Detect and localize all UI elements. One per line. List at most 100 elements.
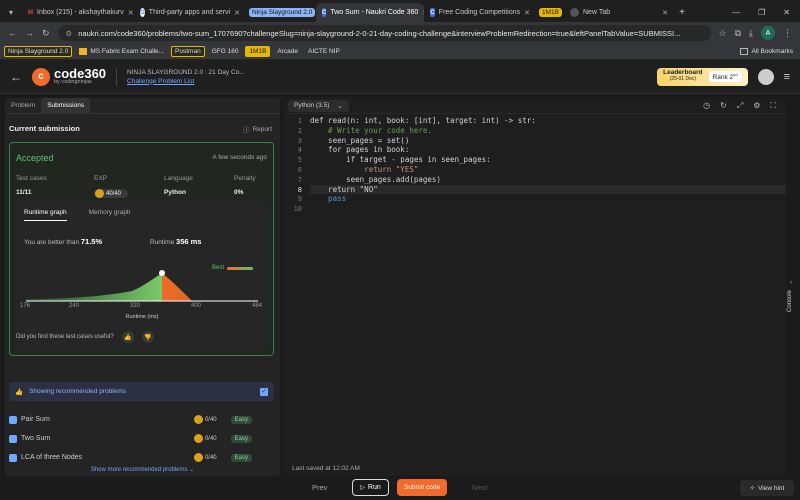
list-item[interactable]: Two Sum 0/40 Easy xyxy=(9,429,274,448)
address-bar[interactable]: ⚙ naukri.com/code360/problems/two-sum_17… xyxy=(57,25,711,41)
bookmark-postman[interactable]: Postman xyxy=(171,46,205,57)
close-window-icon[interactable]: ✕ xyxy=(783,8,790,17)
challenge-title: NINJA SLAYGROUND 2.0 : 21 Day Co... xyxy=(127,68,245,76)
bookmark-ms-fabric[interactable]: MS Fabric Exam Challe... xyxy=(76,47,167,56)
runtime-row: Runtime 356 ms xyxy=(150,237,201,246)
tab-group-ninja[interactable]: Ninja Slayground 2.0 xyxy=(246,3,316,22)
close-icon[interactable]: ✕ xyxy=(128,9,134,17)
bookmarks-bar: Ninja Slayground 2.0 MS Fabric Exam Chal… xyxy=(0,44,800,60)
x-tick: 176 xyxy=(20,303,31,309)
bookmark-aicte[interactable]: AICTE NIP xyxy=(305,47,343,56)
tab-two-sum[interactable]: C Two Sum - Naukri Code 360 ✕ xyxy=(316,3,424,22)
tab-submissions[interactable]: Submissions xyxy=(41,98,91,113)
codestudio-icon: C xyxy=(322,8,327,17)
bookmark-ninja[interactable]: Ninja Slayground 2.0 xyxy=(4,46,73,57)
coin-icon xyxy=(193,415,203,424)
list-item[interactable]: Pair Sum 0/40 Easy xyxy=(9,410,274,429)
recommended-checkbox[interactable]: ✓ xyxy=(260,387,268,396)
tab-new-tab[interactable]: New Tab ✕ xyxy=(564,3,674,22)
folder-icon xyxy=(740,48,749,55)
timer-icon[interactable]: ◷ xyxy=(703,101,710,111)
leaderboard-badge[interactable]: Leaderboard (25-01 Dec) Rank 2nd xyxy=(657,67,748,86)
stat-label: Language xyxy=(164,175,193,182)
view-hint-button[interactable]: ✧ View hint xyxy=(740,480,794,496)
code-area[interactable]: 1 2 3 4 5 6 7 8 9 10 def read(n: int, book: [int]… xyxy=(284,116,786,214)
site-info-icon[interactable]: ⚙ xyxy=(66,29,73,38)
all-bookmarks-label: All Bookmarks xyxy=(751,48,793,55)
bookmark-label: MS Fabric Exam Challe... xyxy=(90,48,165,55)
submission-stats: Test cases EXP Language Penalty 11/11 40… xyxy=(16,175,266,198)
run-button[interactable]: ▷ Run xyxy=(352,479,389,496)
submit-code-button[interactable]: Submit code xyxy=(397,479,447,496)
tab-competitions[interactable]: C Free Coding Competitions ✕ xyxy=(424,3,536,22)
downloads-icon[interactable]: ⤓ xyxy=(749,28,753,39)
forward-icon[interactable]: → xyxy=(25,28,34,38)
x-tick-labels: 176 240 320 400 484 xyxy=(16,303,268,313)
difficulty-badge: Easy xyxy=(230,415,252,424)
app-header: ← c code360 by codingninjas NINJA SLAYGR… xyxy=(0,60,800,94)
distribution-left-area xyxy=(26,273,162,301)
bookmark-1m1b[interactable]: 1M1B xyxy=(245,46,271,57)
profile-avatar[interactable]: A xyxy=(761,26,775,40)
logo-icon: c xyxy=(32,67,50,86)
tab-memory-graph[interactable]: Memory graph xyxy=(89,209,131,221)
close-icon[interactable]: ✕ xyxy=(662,9,668,17)
browser-toolbar: ← → ↻ ⚙ naukri.com/code360/problems/two-… xyxy=(0,22,800,44)
report-button[interactable]: ⓘ Report xyxy=(243,124,272,135)
runtime-graph-card: Runtime graph Memory graph You are bette… xyxy=(16,203,268,349)
difficulty-badge: Easy xyxy=(230,453,252,462)
tab-third-party[interactable]: G Third-party apps and servi ✕ xyxy=(134,3,246,22)
exp-pill: 40/40 xyxy=(94,189,128,198)
close-icon[interactable]: ✕ xyxy=(524,9,530,17)
bookmark-star-icon[interactable]: ☆ xyxy=(719,28,727,39)
challenge-problem-list-link[interactable]: Challenge Problem List xyxy=(127,78,245,85)
tab-problem[interactable]: Problem xyxy=(5,98,41,113)
code-line: seen_pages.add(pages) xyxy=(310,174,441,184)
play-icon: ▷ xyxy=(360,485,365,491)
logo-subtext: by codingninjas xyxy=(54,79,92,86)
language-select[interactable]: Python (3.5) ⌄ xyxy=(288,99,349,112)
bookmark-arcade[interactable]: Arcade xyxy=(274,47,301,56)
tab-inbox[interactable]: M Inbox (215) - akshaythakurv ✕ xyxy=(22,3,134,22)
back-icon[interactable]: ← xyxy=(8,28,17,38)
recommended-toggle-bar[interactable]: 👍 Showing recommended problems ✓ xyxy=(9,382,274,401)
menu-icon[interactable]: ⋮ xyxy=(783,28,792,39)
tab-label: Free Coding Competitions xyxy=(438,9,521,16)
chevron-down-icon: ⌄ xyxy=(189,467,195,473)
prev-button[interactable]: Prev xyxy=(312,483,327,492)
logo[interactable]: c code360 by codingninjas xyxy=(32,67,106,86)
bookmark-gfg[interactable]: GFG 160 xyxy=(209,47,242,56)
console-side-tab[interactable]: ‹ Console xyxy=(787,98,800,476)
reload-icon[interactable]: ↻ xyxy=(42,28,50,39)
exp-value: 40/40 xyxy=(106,190,122,197)
submission-time: A few seconds ago xyxy=(212,154,267,161)
refresh-icon[interactable]: ↻ xyxy=(720,101,727,111)
close-icon[interactable]: ✕ xyxy=(234,9,240,17)
gmail-icon: M xyxy=(28,9,33,16)
thumbs-up-icon[interactable]: 👍 xyxy=(121,331,134,343)
new-tab-button[interactable]: + xyxy=(674,3,690,22)
next-button[interactable]: Next xyxy=(472,483,487,492)
problem-icon xyxy=(9,434,17,443)
minimize-icon[interactable]: — xyxy=(732,8,740,17)
distribution-right-area xyxy=(162,273,192,301)
better-than-label: You are better than xyxy=(24,239,80,246)
tab-group-1m1b[interactable]: 1M1B xyxy=(536,3,564,22)
expand-icon[interactable]: ⤢ xyxy=(737,101,743,111)
settings-icon[interactable]: ⚙ xyxy=(753,101,760,111)
restore-icon[interactable]: ❐ xyxy=(758,8,765,17)
tab-search-icon[interactable]: ▾ xyxy=(0,3,22,22)
user-avatar[interactable] xyxy=(757,68,774,85)
all-bookmarks[interactable]: All Bookmarks xyxy=(737,47,796,56)
tab-runtime-graph[interactable]: Runtime graph xyxy=(24,209,67,221)
list-item[interactable]: LCA of three Nodes 0/40 Easy xyxy=(9,448,274,467)
fullscreen-icon[interactable]: ⛶ xyxy=(770,101,776,111)
hamburger-menu-icon[interactable]: ≡ xyxy=(784,71,790,83)
thumbs-down-icon[interactable]: 👎 xyxy=(141,331,154,343)
extensions-icon[interactable]: ⧉ xyxy=(735,28,741,39)
bottom-action-bar: Prev ▷ Run Submit code Next ✧ View hint xyxy=(0,476,800,500)
back-arrow-icon[interactable]: ← xyxy=(10,70,22,84)
show-more-link[interactable]: Show more recommended problems ⌄ xyxy=(5,466,280,473)
x-tick: 320 xyxy=(130,303,141,309)
